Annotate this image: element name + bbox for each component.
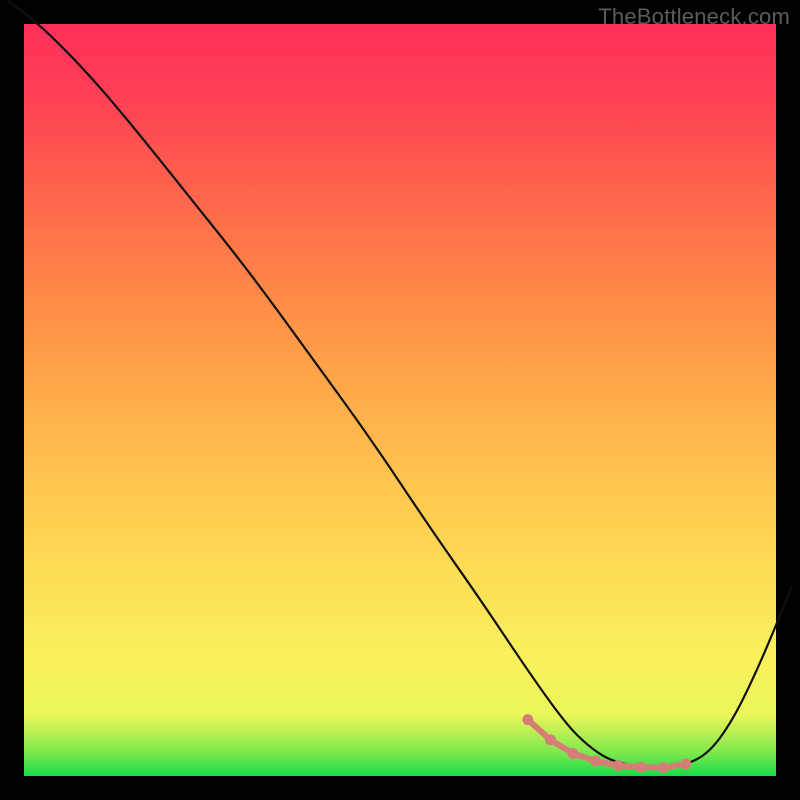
chart-frame: TheBottleneck.com <box>0 0 800 800</box>
plot-area <box>24 24 776 776</box>
optimal-range-highlight <box>522 714 691 773</box>
bottleneck-curve <box>9 1 791 768</box>
chart-svg <box>24 24 776 776</box>
